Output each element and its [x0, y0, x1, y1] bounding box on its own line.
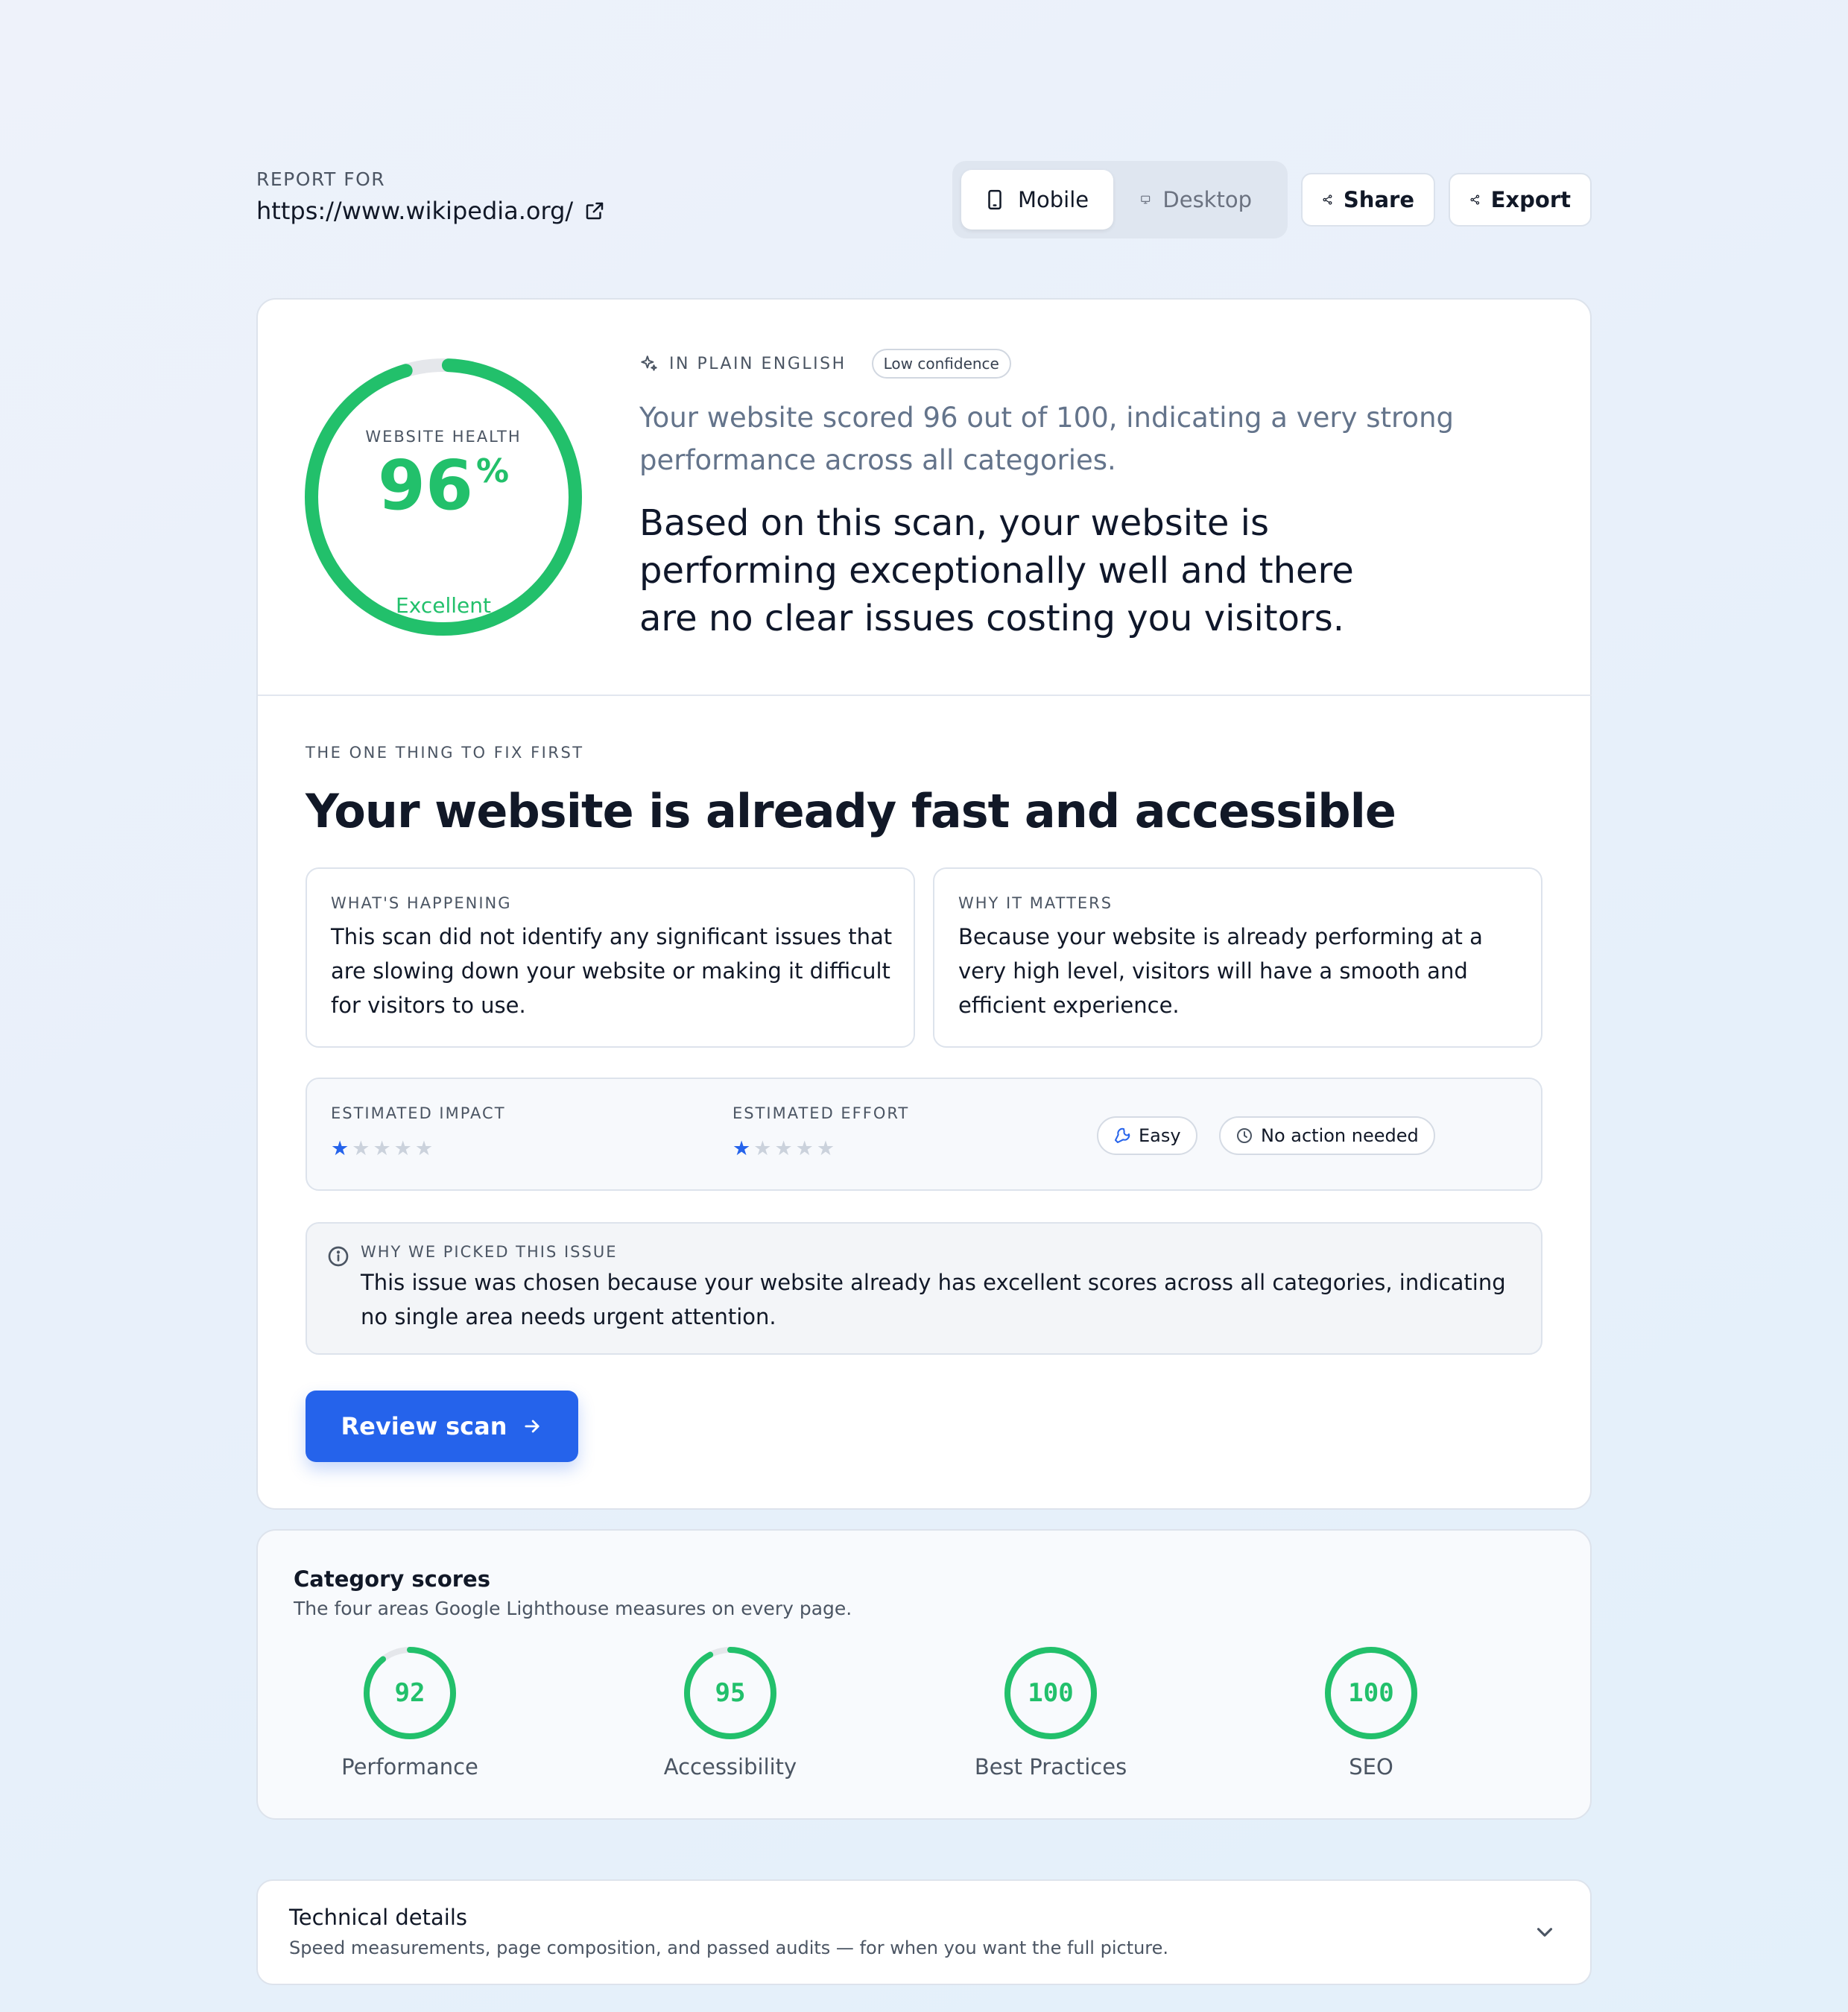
category-score-name: Accessibility: [663, 1754, 797, 1780]
category-scores-subtitle: The four areas Google Lighthouse measure…: [294, 1598, 852, 1619]
section-divider: [258, 695, 1592, 696]
category-score-item: 95 Accessibility: [581, 1645, 879, 1794]
export-share-icon: [1470, 194, 1480, 205]
star-icon: ★: [732, 1137, 754, 1160]
fix-first-title: Your website is already fast and accessi…: [306, 784, 1396, 838]
star-icon: ★: [352, 1137, 373, 1160]
confidence-badge: Low confidence: [871, 349, 1011, 379]
star-icon: ★: [414, 1137, 437, 1160]
wrench-icon: [1115, 1127, 1130, 1143]
category-score-value: 100: [1028, 1678, 1074, 1708]
smartphone-icon: [988, 189, 1001, 210]
technical-details-subtitle: Speed measurements, page composition, an…: [289, 1937, 1169, 1958]
device-toggle: Mobile Desktop: [952, 161, 1288, 238]
estimated-effort-label: ESTIMATED EFFORT: [732, 1104, 910, 1122]
summary-subtitle: Your website scored 96 out of 100, indic…: [639, 402, 1454, 476]
star-icon: ★: [331, 1137, 352, 1160]
export-button-label: Export: [1490, 187, 1571, 212]
action-pill: No action needed: [1219, 1116, 1435, 1155]
review-scan-button[interactable]: Review scan: [306, 1391, 578, 1462]
website-health-value: 96%: [304, 446, 583, 525]
page: REPORT FOR https://www.wikipedia.org/ Mo…: [256, 0, 1592, 2012]
report-summary-card: WEBSITE HEALTH 96% Excellent IN PLAIN EN…: [256, 298, 1592, 1510]
star-icon: ★: [816, 1137, 838, 1160]
star-icon: ★: [795, 1137, 817, 1160]
category-score-item: 100 SEO: [1222, 1645, 1520, 1794]
why-it-matters-box: WHY IT MATTERS Because your website is a…: [933, 867, 1542, 1048]
share-button-label: Share: [1343, 187, 1414, 212]
mobile-toggle-label: Mobile: [1018, 187, 1089, 212]
category-score-name: SEO: [1349, 1754, 1393, 1780]
plain-english-label: IN PLAIN ENGLISH: [669, 354, 847, 373]
effort-pill-label: Easy: [1139, 1125, 1181, 1146]
summary-headline: Based on this scan, your website is perf…: [639, 502, 1354, 639]
desktop-toggle-label: Desktop: [1162, 187, 1252, 212]
info-icon: [328, 1246, 349, 1267]
why-picked-text: This issue was chosen because your websi…: [361, 1270, 1506, 1329]
health-score-unit: %: [475, 452, 510, 490]
category-score-value: 100: [1348, 1678, 1394, 1708]
category-scores-card: Category scores The four areas Google Li…: [256, 1529, 1592, 1820]
monitor-icon: [1141, 195, 1151, 204]
estimated-impact-label: ESTIMATED IMPACT: [331, 1104, 506, 1122]
action-pill-label: No action needed: [1261, 1125, 1419, 1146]
export-button[interactable]: Export: [1449, 173, 1592, 227]
why-picked-box: WHY WE PICKED THIS ISSUE This issue was …: [306, 1222, 1542, 1355]
mobile-toggle-button[interactable]: Mobile: [961, 170, 1113, 230]
category-score-value: 95: [715, 1678, 746, 1708]
effort-pill: Easy: [1097, 1116, 1197, 1155]
website-health-label: WEBSITE HEALTH: [365, 428, 522, 446]
website-health-gauge: WEBSITE HEALTH 96% Excellent: [304, 358, 583, 636]
report-header: REPORT FOR https://www.wikipedia.org/ Mo…: [256, 159, 1592, 241]
star-icon: ★: [373, 1137, 394, 1160]
health-rating: Excellent: [396, 593, 491, 618]
report-for-label: REPORT FOR: [256, 168, 386, 190]
whats-happening-label: WHAT'S HAPPENING: [331, 894, 512, 912]
why-it-matters-text: Because your website is already performi…: [958, 924, 1483, 1018]
category-score-item: 92 Performance: [261, 1645, 559, 1794]
star-icon: ★: [774, 1137, 796, 1160]
whats-happening-text: This scan did not identify any significa…: [331, 924, 893, 1018]
why-it-matters-label: WHY IT MATTERS: [958, 894, 1113, 912]
report-url-link[interactable]: https://www.wikipedia.org/: [256, 197, 606, 225]
category-scores-title: Category scores: [294, 1566, 490, 1592]
fix-first-label: THE ONE THING TO FIX FIRST: [306, 744, 584, 762]
plain-english-header: IN PLAIN ENGLISH Low confidence: [639, 349, 1011, 379]
sparkle-icon: [641, 355, 657, 371]
whats-happening-box: WHAT'S HAPPENING This scan did not ident…: [306, 867, 915, 1048]
estimated-effort-stars: ★★★★★: [732, 1137, 838, 1160]
chevron-down-icon: [1537, 1928, 1553, 1937]
why-picked-label: WHY WE PICKED THIS ISSUE: [361, 1243, 618, 1261]
star-icon: ★: [393, 1137, 415, 1160]
share-icon: [1323, 194, 1332, 205]
review-scan-label: Review scan: [341, 1412, 507, 1440]
clock-icon: [1237, 1128, 1252, 1143]
technical-details-title: Technical details: [289, 1905, 467, 1930]
arrow-right-icon: [525, 1420, 540, 1433]
category-score-name: Best Practices: [974, 1754, 1127, 1780]
desktop-toggle-button[interactable]: Desktop: [1118, 170, 1274, 230]
estimated-impact-stars: ★★★★★: [331, 1137, 436, 1160]
report-url-text: https://www.wikipedia.org/: [256, 197, 574, 225]
technical-details-toggle[interactable]: Technical details Speed measurements, pa…: [256, 1879, 1592, 1985]
category-score-value: 92: [394, 1678, 425, 1708]
share-button[interactable]: Share: [1301, 173, 1435, 227]
health-score-number: 96: [377, 446, 473, 525]
category-score-name: Performance: [341, 1754, 478, 1780]
estimates-box: ESTIMATED IMPACT ★★★★★ ESTIMATED EFFORT …: [306, 1078, 1542, 1191]
star-icon: ★: [753, 1137, 775, 1160]
category-score-item: 100 Best Practices: [902, 1645, 1200, 1794]
external-link-icon: [586, 202, 604, 220]
